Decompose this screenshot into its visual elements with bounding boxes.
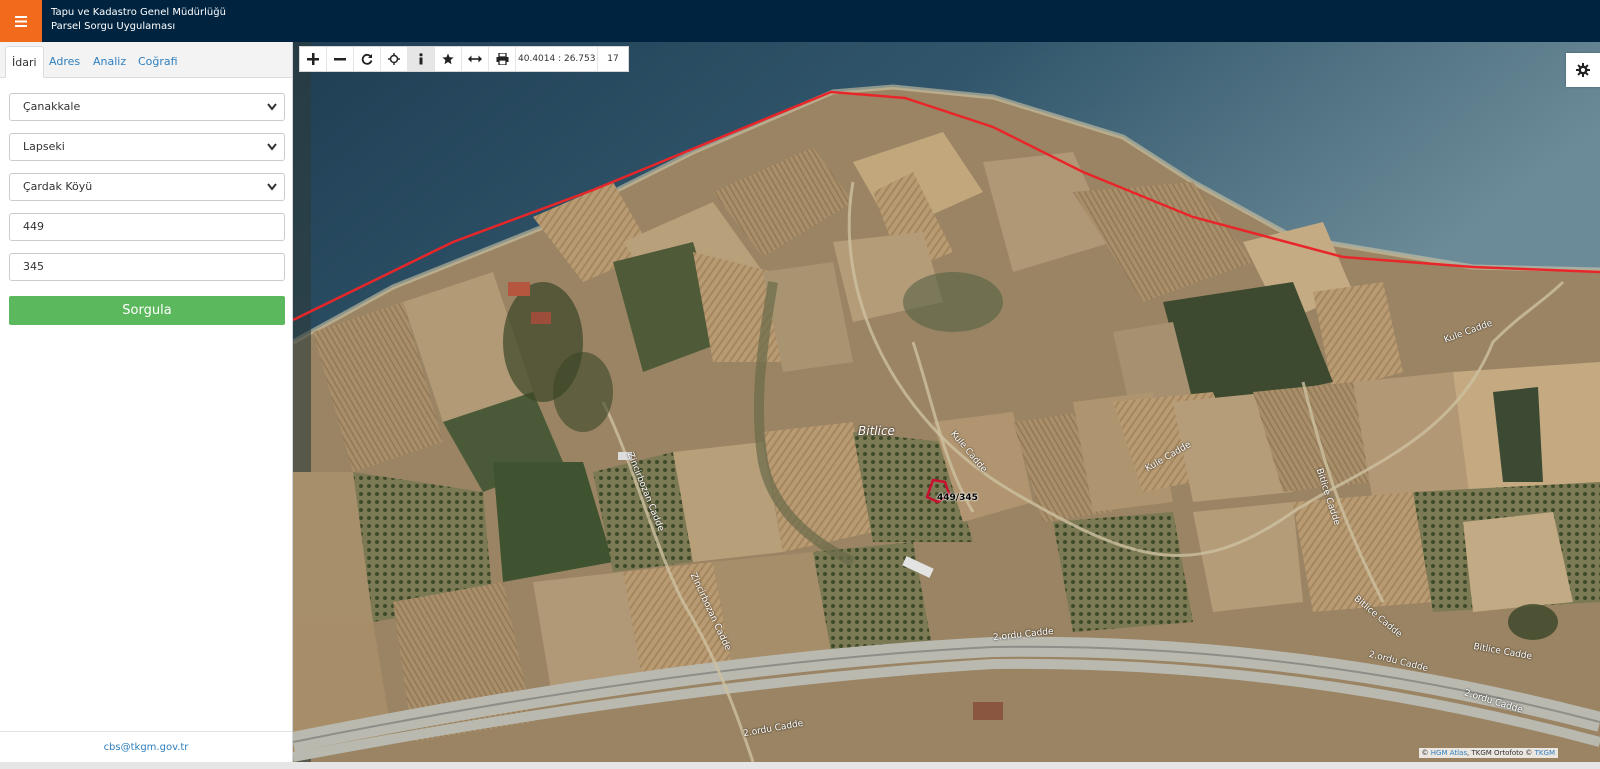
map-attribution: © HGM Atlas, TKGM Ortofoto © TKGM (1418, 748, 1558, 758)
app-title-line1: Tapu ve Kadastro Genel Müdürlüğü (51, 7, 226, 18)
zoom-in-button[interactable] (300, 47, 327, 71)
tab-adres[interactable]: Adres (43, 46, 86, 77)
hgm-atlas-link[interactable]: HGM Atlas (1431, 749, 1467, 757)
map-view[interactable]: Bitlice Kule Cadde Kule Cadde Kule Cadde… (293, 42, 1600, 762)
parcel-no-value: 345 (23, 260, 44, 273)
attribution-middle: , TKGM Ortofoto © (1467, 749, 1533, 757)
app-header: Tapu ve Kadastro Genel Müdürlüğü Parsel … (0, 0, 1600, 42)
app-title: Tapu ve Kadastro Genel Müdürlüğü Parsel … (51, 6, 226, 34)
contact-email-link[interactable]: cbs@tkgm.gov.tr (0, 731, 292, 763)
settings-button[interactable] (1566, 53, 1600, 87)
block-no-value: 449 (23, 220, 44, 233)
hamburger-icon (15, 15, 27, 27)
query-button[interactable]: Sorgula (9, 296, 285, 325)
crosshair-icon (388, 53, 400, 65)
coordinate-input[interactable] (516, 47, 598, 71)
favorite-button[interactable] (435, 47, 462, 71)
star-icon (442, 53, 454, 65)
map-toolbar (299, 46, 629, 72)
orthophoto-map[interactable] (293, 42, 1600, 762)
gear-icon (1576, 63, 1590, 77)
parcel-no-input[interactable]: 345 (9, 253, 285, 281)
app-title-line2: Parsel Sorgu Uygulaması (51, 21, 176, 32)
arrows-horizontal-icon (468, 55, 482, 63)
tab-idari[interactable]: İdari (5, 46, 44, 78)
neighborhood-select[interactable]: Çardak Köyü (9, 173, 285, 201)
measure-button[interactable] (462, 47, 489, 71)
zoom-out-button[interactable] (327, 47, 354, 71)
bottom-strip (0, 762, 1600, 769)
province-select-value: Çanakkale (23, 100, 81, 113)
menu-button[interactable] (0, 0, 42, 42)
refresh-icon (361, 53, 373, 65)
minus-icon (334, 58, 346, 61)
sidebar-tabs: İdari Adres Analiz Coğrafi (0, 42, 292, 78)
village-label: Bitlice (858, 424, 895, 438)
chevron-down-icon (267, 143, 277, 151)
zoom-level-input[interactable] (598, 47, 628, 71)
district-select-value: Lapseki (23, 140, 65, 153)
info-icon (419, 53, 423, 65)
attribution-prefix: © (1421, 749, 1429, 757)
district-select[interactable]: Lapseki (9, 133, 285, 161)
plus-icon (307, 53, 319, 65)
neighborhood-select-value: Çardak Köyü (23, 180, 93, 193)
tab-analiz[interactable]: Analiz (87, 46, 132, 77)
query-sidebar: İdari Adres Analiz Coğrafi Çanakkale Lap… (0, 42, 293, 762)
print-icon (496, 53, 508, 65)
print-button[interactable] (489, 47, 516, 71)
parcel-label[interactable]: 449/345 (937, 493, 978, 503)
chevron-down-icon (267, 183, 277, 191)
refresh-button[interactable] (354, 47, 381, 71)
chevron-down-icon (267, 103, 277, 111)
province-select[interactable]: Çanakkale (9, 93, 285, 121)
info-button[interactable] (408, 47, 435, 71)
tkgm-link[interactable]: TKGM (1535, 749, 1555, 757)
locate-button[interactable] (381, 47, 408, 71)
tab-cografi[interactable]: Coğrafi (132, 46, 184, 77)
block-no-input[interactable]: 449 (9, 213, 285, 241)
